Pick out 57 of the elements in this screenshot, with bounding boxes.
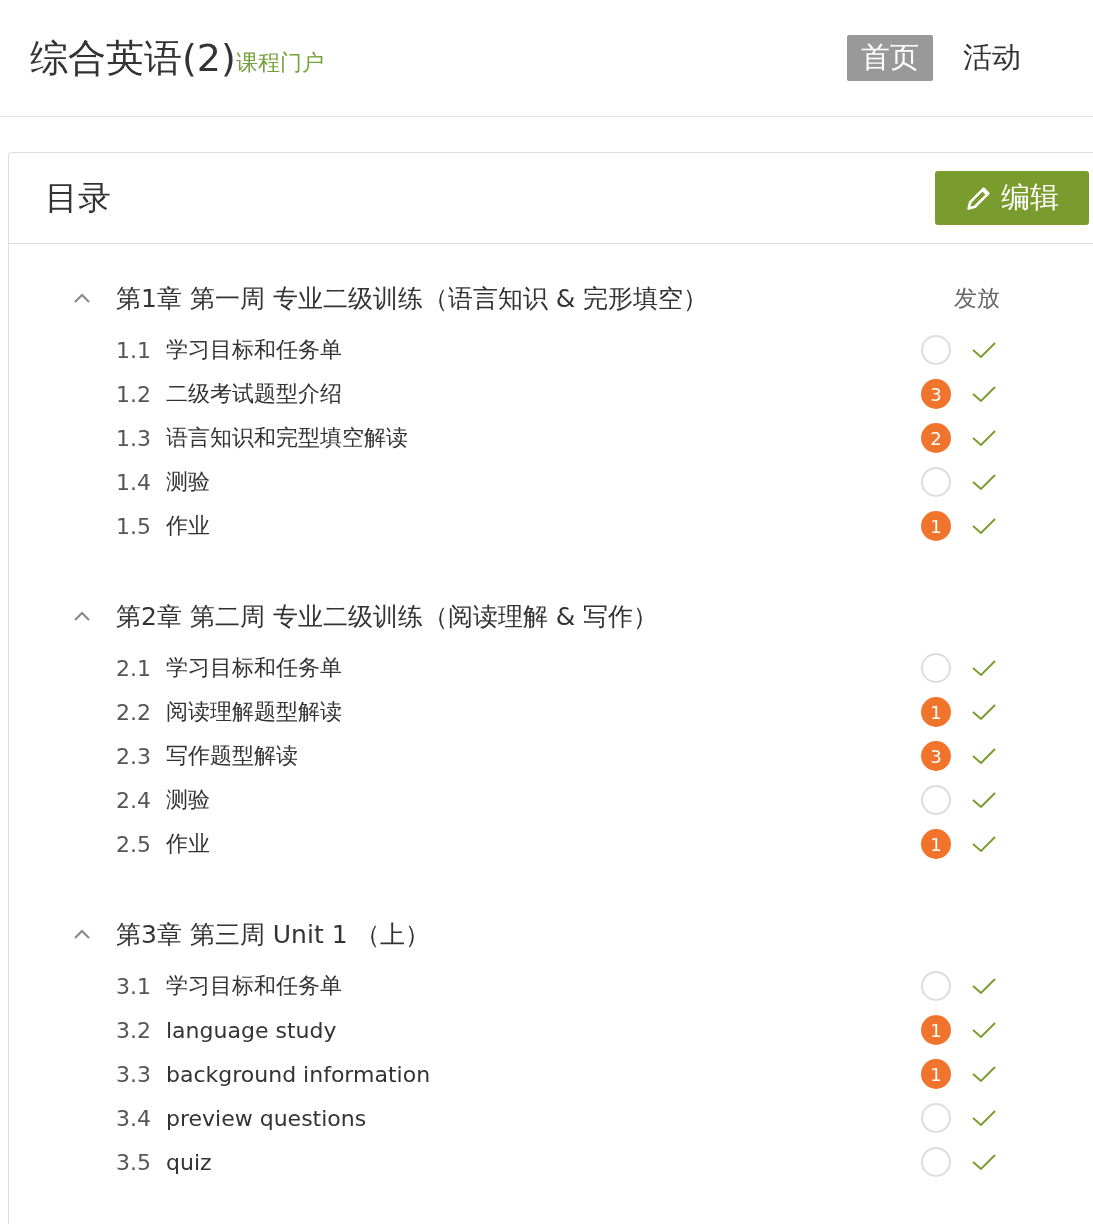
lesson-number: 1.2 bbox=[116, 381, 152, 407]
release-column-header: 发放 bbox=[954, 283, 1000, 313]
count-badge: 1 bbox=[921, 1059, 951, 1089]
empty-circle-icon bbox=[921, 1147, 951, 1177]
catalog-title: 目录 bbox=[45, 176, 111, 219]
empty-circle-icon bbox=[921, 653, 951, 683]
lesson-title[interactable]: 作业 bbox=[166, 511, 210, 541]
empty-circle-icon bbox=[921, 335, 951, 365]
lesson-number: 3.3 bbox=[116, 1061, 152, 1087]
collapse-caret-icon[interactable] bbox=[73, 292, 91, 304]
course-title: 综合英语(2) bbox=[30, 34, 236, 82]
chapter-title[interactable]: 第1章 第一周 专业二级训练（语言知识 & 完形填空） bbox=[116, 281, 709, 315]
empty-circle-icon bbox=[921, 785, 951, 815]
lesson-title[interactable]: language study bbox=[166, 1017, 337, 1043]
count-badge: 1 bbox=[921, 511, 951, 541]
chapter-title[interactable]: 第3章 第三周 Unit 1 （上） bbox=[116, 917, 431, 951]
lesson-title[interactable]: 学习目标和任务单 bbox=[166, 335, 342, 365]
collapse-caret-icon[interactable] bbox=[73, 928, 91, 940]
lesson-title[interactable]: 学习目标和任务单 bbox=[166, 653, 342, 683]
count-badge: 2 bbox=[921, 423, 951, 453]
lesson-title[interactable]: quiz bbox=[166, 1149, 212, 1175]
lesson-number: 2.2 bbox=[116, 699, 152, 725]
lesson-number: 2.3 bbox=[116, 743, 152, 769]
count-badge: 3 bbox=[921, 379, 951, 409]
lesson-number: 3.4 bbox=[116, 1105, 152, 1131]
chapter-title[interactable]: 第2章 第二周 专业二级训练（阅读理解 & 写作） bbox=[116, 599, 659, 633]
lesson-number: 1.1 bbox=[116, 337, 152, 363]
nav-tab[interactable]: 活动 bbox=[949, 35, 1035, 81]
lesson-number: 1.5 bbox=[116, 513, 152, 539]
lesson-number: 2.5 bbox=[116, 831, 152, 857]
count-badge: 1 bbox=[921, 697, 951, 727]
lesson-title[interactable]: 作业 bbox=[166, 829, 210, 859]
empty-circle-icon bbox=[921, 467, 951, 497]
lesson-title[interactable]: 写作题型解读 bbox=[166, 741, 298, 771]
count-badge: 1 bbox=[921, 829, 951, 859]
lesson-title[interactable]: 测验 bbox=[166, 785, 210, 815]
lesson-title[interactable]: preview questions bbox=[166, 1105, 367, 1131]
count-badge: 3 bbox=[921, 741, 951, 771]
lesson-number: 3.2 bbox=[116, 1017, 152, 1043]
lesson-title[interactable]: 语言知识和完型填空解读 bbox=[166, 423, 408, 453]
lesson-number: 1.3 bbox=[116, 425, 152, 451]
lesson-title[interactable]: background information bbox=[166, 1061, 431, 1087]
lesson-title[interactable]: 阅读理解题型解读 bbox=[166, 697, 342, 727]
pencil-icon bbox=[965, 184, 993, 212]
lesson-number: 3.1 bbox=[116, 973, 152, 999]
empty-circle-icon bbox=[921, 1103, 951, 1133]
course-portal-label: 课程门户 bbox=[235, 49, 324, 77]
lesson-number: 3.5 bbox=[116, 1149, 152, 1175]
count-badge: 1 bbox=[921, 1015, 951, 1045]
lesson-number: 1.4 bbox=[116, 469, 152, 495]
lesson-title[interactable]: 测验 bbox=[166, 467, 210, 497]
empty-circle-icon bbox=[921, 971, 951, 1001]
lesson-number: 2.1 bbox=[116, 655, 152, 681]
lesson-number: 2.4 bbox=[116, 787, 152, 813]
lesson-title[interactable]: 学习目标和任务单 bbox=[166, 971, 342, 1001]
lesson-title[interactable]: 二级考试题型介绍 bbox=[166, 379, 342, 409]
collapse-caret-icon[interactable] bbox=[73, 610, 91, 622]
